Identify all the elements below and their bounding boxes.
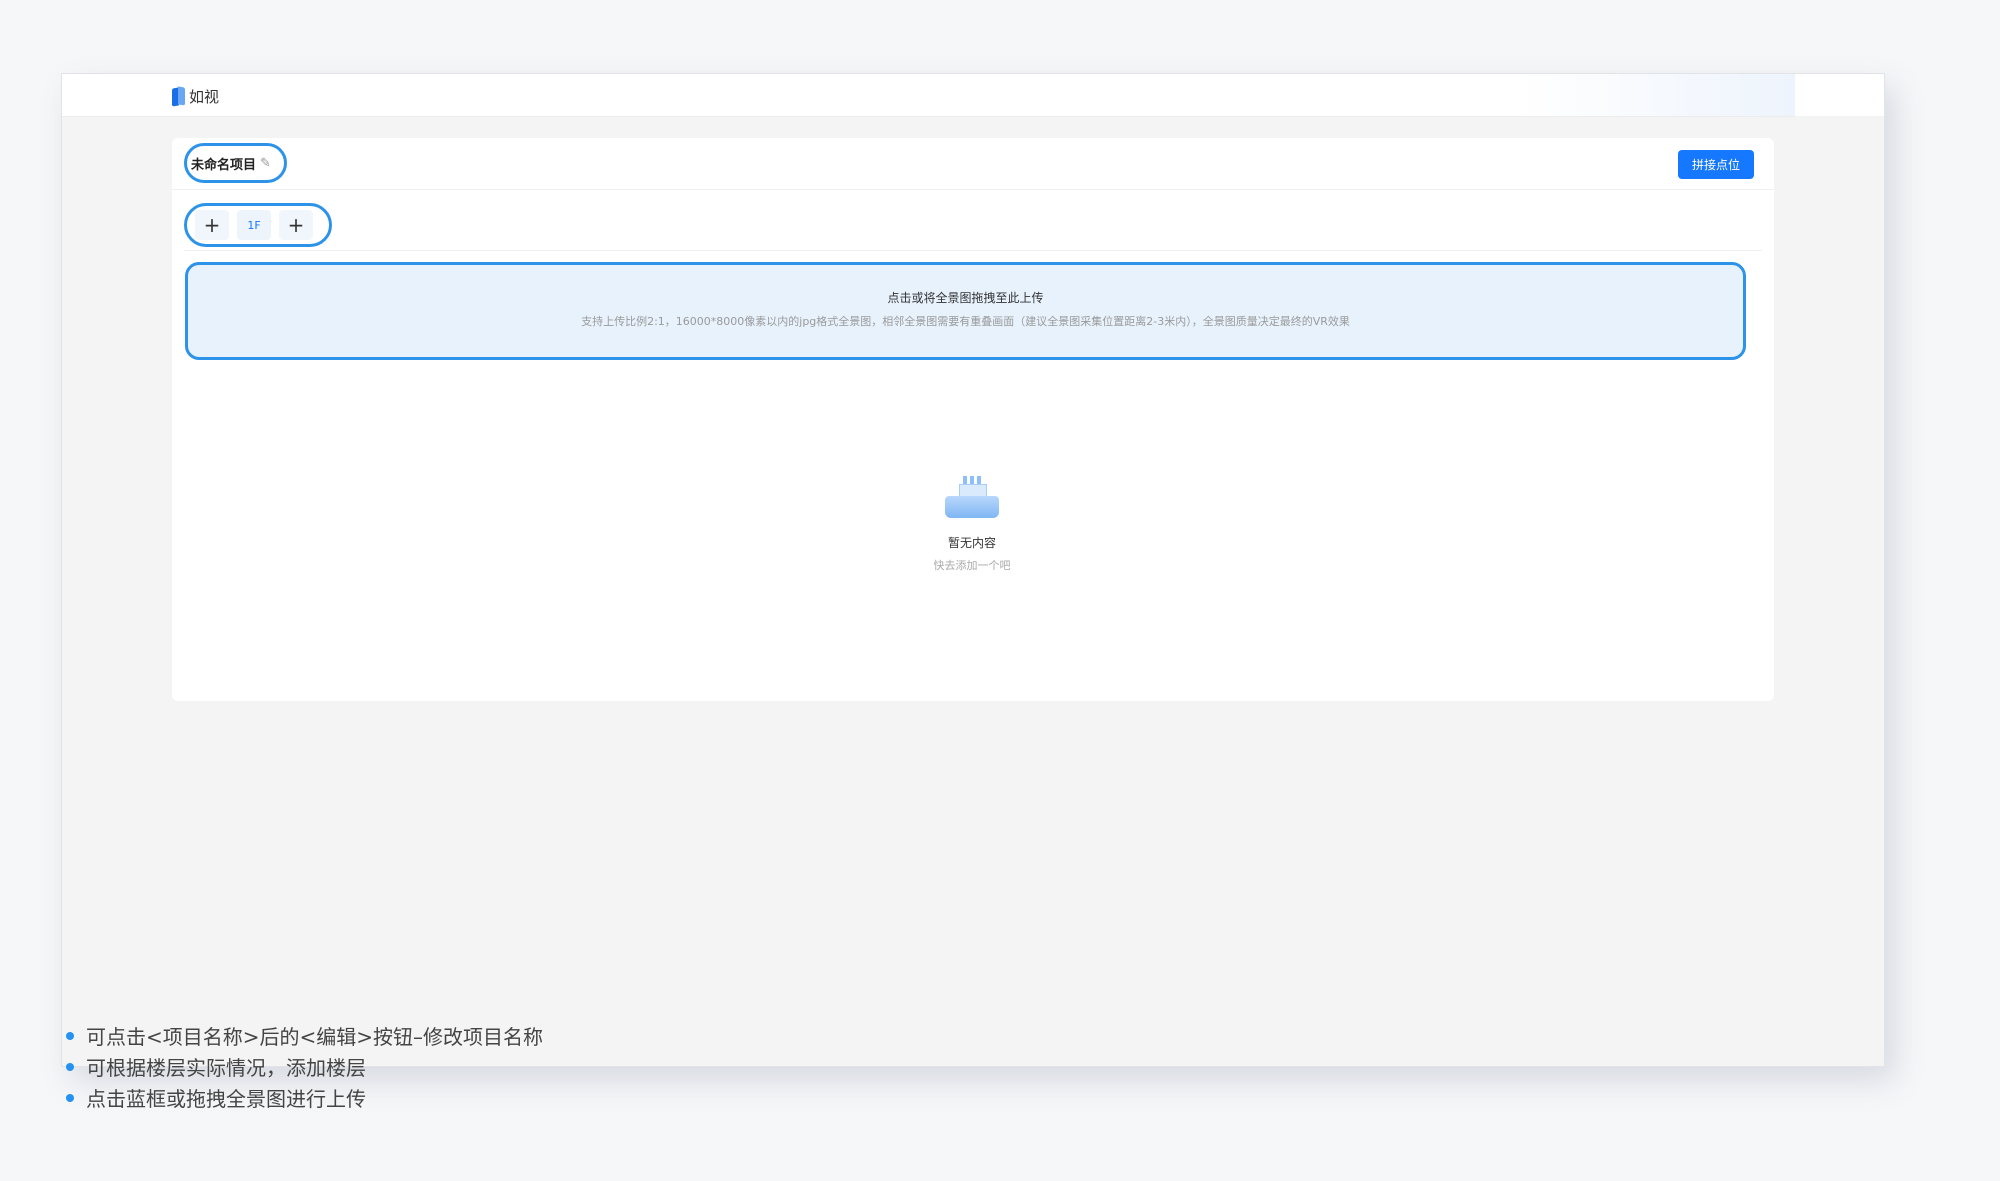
project-title-area: 未命名项目 ✎ xyxy=(184,143,287,183)
top-bar-right xyxy=(1795,74,1884,116)
stitch-points-button[interactable]: 拼接点位 xyxy=(1678,150,1754,179)
upload-hint: 支持上传比例2:1，16000*8000像素以内的jpg格式全景图，相邻全景图需… xyxy=(581,315,1350,328)
project-panel: 未命名项目 ✎ 拼接点位 + 1F + 点击或将全景图拖拽至此上传 支持上传比例… xyxy=(172,138,1774,701)
project-title: 未命名项目 xyxy=(191,157,257,173)
note-item: 可根据楼层实际情况，添加楼层 xyxy=(66,1051,543,1082)
add-floor-before-button[interactable]: + xyxy=(195,210,229,240)
bullet-icon xyxy=(66,1031,74,1040)
floor-tab-1f[interactable]: 1F xyxy=(237,210,271,240)
app-logo[interactable]: 如视 xyxy=(172,85,220,107)
upload-title: 点击或将全景图拖拽至此上传 xyxy=(887,291,1044,305)
empty-subtitle: 快去添加一个吧 xyxy=(933,559,1011,572)
bullet-icon xyxy=(66,1093,74,1102)
instruction-notes: 可点击<项目名称>后的<编辑>按钮–修改项目名称 可根据楼层实际情况，添加楼层 … xyxy=(66,1020,543,1113)
add-floor-after-button[interactable]: + xyxy=(279,210,313,240)
app-name: 如视 xyxy=(189,88,220,106)
empty-box-icon xyxy=(945,476,999,520)
bullet-icon xyxy=(66,1062,74,1071)
app-window: 如视 未命名项目 ✎ 拼接点位 + 1F + 点击或将全景图拖拽至此上传 支持上… xyxy=(61,73,1885,1067)
pencil-icon[interactable]: ✎ xyxy=(260,156,271,171)
note-item: 点击蓝框或拖拽全景图进行上传 xyxy=(66,1082,543,1113)
logo-icon xyxy=(172,85,186,107)
note-item: 可点击<项目名称>后的<编辑>按钮–修改项目名称 xyxy=(66,1020,543,1051)
top-bar: 如视 xyxy=(62,74,1795,117)
floor-divider xyxy=(184,250,1762,251)
panorama-upload-area[interactable]: 点击或将全景图拖拽至此上传 支持上传比例2:1，16000*8000像素以内的j… xyxy=(185,262,1746,360)
header-divider xyxy=(172,189,1774,190)
empty-state: 暂无内容 快去添加一个吧 xyxy=(872,476,1072,573)
floor-bar: + 1F + xyxy=(184,203,332,247)
empty-title: 暂无内容 xyxy=(947,536,996,550)
